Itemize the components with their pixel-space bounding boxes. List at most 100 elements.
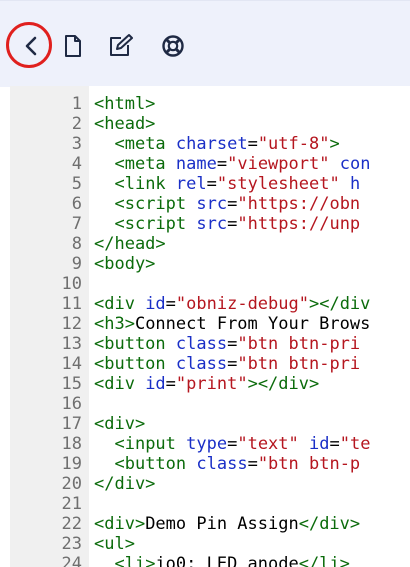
code-token-attr: class bbox=[196, 454, 248, 474]
code-text: <li>io0: LED anode</li> bbox=[94, 554, 350, 567]
code-token-attr: rel bbox=[175, 174, 207, 194]
code-token-attr: name bbox=[175, 154, 217, 174]
code-text: <button class="btn btn-pri bbox=[94, 334, 360, 354]
code-token-text: = bbox=[247, 134, 258, 154]
code-text: <button class="btn btn-pri bbox=[94, 354, 360, 374]
line-number: 17 bbox=[61, 414, 82, 434]
code-line[interactable]: 12 <h3>Connect From Your Brows bbox=[10, 314, 410, 334]
code-token-text: = bbox=[165, 374, 176, 394]
code-token-tag: </li> bbox=[298, 554, 350, 567]
code-line[interactable]: 11 <div id="obniz-debug"></div bbox=[10, 294, 410, 314]
line-number: 21 bbox=[61, 494, 82, 514]
code-line[interactable]: 2 <head> bbox=[10, 114, 410, 134]
code-token-text: = bbox=[206, 174, 217, 194]
line-number: 18 bbox=[61, 434, 82, 454]
code-token-tag: <head> bbox=[94, 114, 156, 134]
code-token-tag: <div bbox=[94, 374, 146, 394]
code-line[interactable]: 10 bbox=[10, 274, 410, 294]
code-token-text: Demo Pin Assign bbox=[145, 514, 299, 534]
code-line[interactable]: 4 <meta name="viewport" con bbox=[10, 154, 410, 174]
edit-button[interactable] bbox=[107, 32, 135, 60]
code-text: <h3>Connect From Your Brows bbox=[94, 314, 370, 334]
line-number: 8 bbox=[71, 234, 82, 254]
code-editor[interactable]: 1 <html> 2 <head> 3 <meta charset="utf-8"> 4 … bbox=[10, 86, 410, 567]
code-token-text: = bbox=[227, 214, 238, 234]
code-token-text: = bbox=[227, 194, 238, 214]
code-token-str: "stylesheet" bbox=[216, 174, 340, 194]
line-number: 5 bbox=[71, 174, 82, 194]
code-token-str: "print" bbox=[175, 374, 248, 394]
back-button[interactable] bbox=[18, 32, 46, 60]
code-text: <html> bbox=[94, 94, 155, 114]
code-token-tag: <body> bbox=[94, 254, 156, 274]
code-line[interactable]: 19 <button class="btn btn-p bbox=[10, 454, 410, 474]
code-token-tag: <html> bbox=[94, 94, 156, 114]
code-token-str: "https://obn bbox=[237, 194, 361, 214]
code-text: <div id="obniz-debug"></div bbox=[94, 294, 370, 314]
code-token-tag: <button bbox=[114, 454, 197, 474]
code-token-tag: <ul> bbox=[94, 534, 135, 554]
help-button[interactable] bbox=[159, 32, 187, 60]
code-line[interactable]: 8 </head> bbox=[10, 234, 410, 254]
code-token-tag: <meta bbox=[114, 134, 176, 154]
code-text: <div>Demo Pin Assign</div> bbox=[94, 514, 360, 534]
line-number: 11 bbox=[61, 294, 82, 314]
code-line[interactable]: 21 bbox=[10, 494, 410, 514]
code-token-str: "text" bbox=[237, 434, 299, 454]
code-line[interactable]: 6 <script src="https://obn bbox=[10, 194, 410, 214]
code-token-tag: <link bbox=[114, 174, 176, 194]
code-token-tag: <button bbox=[94, 334, 176, 354]
code-token-tag: <div> bbox=[94, 514, 146, 534]
code-token-attr: id bbox=[309, 434, 330, 454]
code-text: <head> bbox=[94, 114, 155, 134]
code-line[interactable]: 1 <html> bbox=[10, 94, 410, 114]
code-token-str: "btn btn-pri bbox=[237, 354, 361, 374]
code-line[interactable]: 18 <input type="text" id="te bbox=[10, 434, 410, 454]
code-token-str: "btn btn-pri bbox=[237, 334, 361, 354]
code-line[interactable]: 16 bbox=[10, 394, 410, 414]
code-line[interactable]: 17 <div> bbox=[10, 414, 410, 434]
code-token-attr: h bbox=[349, 174, 361, 194]
chevron-left-icon bbox=[25, 36, 37, 56]
code-line[interactable]: 22 <div>Demo Pin Assign</div> bbox=[10, 514, 410, 534]
code-editor-app: 1 <html> 2 <head> 3 <meta charset="utf-8"> 4 … bbox=[0, 0, 410, 567]
code-line[interactable]: 9 <body> bbox=[10, 254, 410, 274]
code-token-str: "te bbox=[339, 434, 371, 454]
code-token-str: "https://unp bbox=[237, 214, 361, 234]
code-line[interactable]: 5 <link rel="stylesheet" h bbox=[10, 174, 410, 194]
line-number: 3 bbox=[71, 134, 82, 154]
line-number: 23 bbox=[61, 534, 82, 554]
code-token-tag: ></div bbox=[308, 294, 371, 314]
code-token-attr: src bbox=[196, 214, 228, 234]
code-line[interactable]: 15 <div id="print"></div> bbox=[10, 374, 410, 394]
code-line[interactable]: 13 <button class="btn btn-pri bbox=[10, 334, 410, 354]
code-text: <div> bbox=[94, 414, 145, 434]
code-token-tag: <div bbox=[94, 294, 146, 314]
code-line[interactable]: 3 <meta charset="utf-8"> bbox=[10, 134, 410, 154]
code-token-text: = bbox=[227, 354, 238, 374]
new-file-button[interactable] bbox=[59, 32, 87, 60]
code-text: </div> bbox=[94, 474, 155, 494]
code-token-attr: charset bbox=[175, 134, 248, 154]
code-token-tag: ></div> bbox=[247, 374, 320, 394]
line-number: 4 bbox=[71, 154, 82, 174]
code-lines: 1 <html> 2 <head> 3 <meta charset="utf-8"> 4 … bbox=[10, 94, 410, 567]
code-line[interactable]: 24 <li>io0: LED anode</li> bbox=[10, 554, 410, 567]
line-number: 7 bbox=[71, 214, 82, 234]
code-text: <meta name="viewport" con bbox=[94, 154, 370, 174]
edit-icon bbox=[110, 34, 133, 56]
code-line[interactable]: 7 <script src="https://unp bbox=[10, 214, 410, 234]
code-line[interactable]: 20 </div> bbox=[10, 474, 410, 494]
code-line[interactable]: 14 <button class="btn btn-pri bbox=[10, 354, 410, 374]
code-token-attr: src bbox=[196, 194, 228, 214]
code-token-tag: <div> bbox=[94, 414, 146, 434]
line-number: 19 bbox=[61, 454, 82, 474]
code-line[interactable]: 23 <ul> bbox=[10, 534, 410, 554]
code-token-text: = bbox=[165, 294, 176, 314]
line-number: 20 bbox=[61, 474, 82, 494]
code-token-str: "utf-8" bbox=[257, 134, 330, 154]
